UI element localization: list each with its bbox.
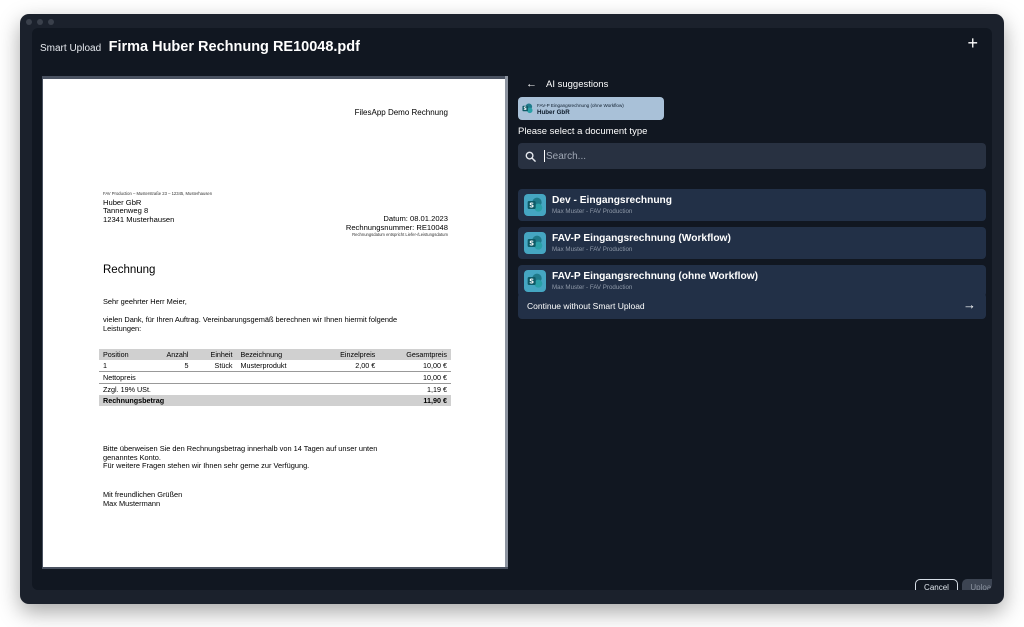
recipient-line: 12341 Musterhausen	[103, 214, 175, 224]
svg-text:S: S	[529, 201, 534, 209]
invoice-date-note: Rechnungsdatum entspricht Liefer-/Leistu…	[352, 232, 448, 237]
sharepoint-document-icon: S	[524, 232, 546, 254]
invoice-number: Rechnungsnummer: RE10048	[345, 223, 448, 232]
net-row: Nettopreis 10,00 €	[99, 371, 451, 384]
doc-intro: vielen Dank, für Ihren Auftrag. Vereinba…	[103, 315, 398, 333]
column-header: Position	[99, 349, 149, 360]
doc-type-item[interactable]: S Dev - Eingangsrechnung Max Muster - FA…	[518, 189, 986, 221]
table-header-row: Position Anzahl Einheit Bezeichnung Einz…	[99, 349, 451, 360]
tax-label: Zzgl. 19% USt.	[99, 383, 380, 395]
arrow-right-icon: →	[963, 297, 976, 312]
text-cursor	[544, 150, 545, 162]
svg-text:S: S	[529, 277, 534, 285]
chip-title: Huber GbR	[537, 108, 570, 116]
select-doc-type-label: Please select a document type	[518, 126, 648, 137]
sharepoint-document-icon: S	[524, 270, 546, 292]
net-value: 10,00 €	[379, 371, 451, 384]
invoice-table: Position Anzahl Einheit Bezeichnung Einz…	[99, 349, 451, 406]
doc-type-subtitle: Max Muster - FAV Production	[552, 245, 633, 253]
pdf-page: FilesApp Demo Rechnung FAV Production – …	[43, 79, 505, 567]
chip-subtitle: FAV-P Eingangsrechnung (ohne Workflow)	[537, 102, 624, 108]
column-header: Einzelpreis	[315, 349, 380, 360]
smart-upload-dialog: Smart Upload Firma Huber Rechnung RE1004…	[32, 28, 992, 590]
window-controls	[26, 19, 54, 25]
sender-line: FAV Production – Musterstraße 23 – 12345…	[103, 191, 213, 196]
table-cell: 1	[103, 361, 107, 370]
continue-label: Continue without Smart Upload	[527, 301, 645, 311]
recipient-address: Huber GbR Tannenweg 8 12341 Musterhausen	[103, 198, 175, 224]
intro-line: vielen Dank, für Ihren Auftrag. Vereinba…	[103, 315, 398, 324]
total-row: Rechnungsbetrag 11,90 €	[99, 395, 451, 406]
dialog-title: Smart Upload Firma Huber Rechnung RE1004…	[40, 38, 360, 56]
doc-greeting: Sehr geehrter Herr Meier,	[103, 297, 187, 306]
sharepoint-document-icon: S	[522, 103, 533, 114]
intro-line: Leistungen:	[103, 323, 142, 333]
total-value: 11,90 €	[379, 395, 451, 406]
app-window: Smart Upload Firma Huber Rechnung RE1004…	[20, 14, 1004, 604]
search-box[interactable]	[518, 143, 986, 169]
doc-type-text: Dev - Eingangsrechnung Max Muster - FAV …	[552, 195, 672, 216]
maximize-window-button[interactable]	[48, 19, 54, 25]
doc-type-title: FAV-P Eingangsrechnung (Workflow)	[552, 232, 731, 244]
svg-text:S: S	[529, 239, 534, 247]
doc-type-subtitle: Max Muster - FAV Production	[552, 283, 633, 291]
dialog-title-prefix: Smart Upload	[40, 43, 102, 54]
table-cell: 10,00 €	[423, 361, 447, 370]
table-cell: 2,00 €	[355, 361, 376, 370]
column-header: Anzahl	[148, 349, 193, 360]
ai-suggestions-header: ← AI suggestions	[526, 78, 608, 90]
doc-type-subtitle: Max Muster - FAV Production	[552, 207, 633, 215]
doc-heading: Rechnung	[103, 264, 156, 276]
column-header: Bezeichnung	[236, 349, 316, 360]
document-preview[interactable]: FilesApp Demo Rechnung FAV Production – …	[42, 76, 508, 569]
upload-button[interactable]: Upload	[962, 579, 992, 590]
doc-type-text: FAV-P Eingangsrechnung (ohne Workflow) M…	[552, 271, 758, 292]
total-label: Rechnungsbetrag	[99, 395, 380, 406]
minimize-window-button[interactable]	[37, 19, 43, 25]
ai-suggestions-title: AI suggestions	[546, 78, 609, 90]
table-cell: 5	[184, 361, 189, 370]
cancel-button[interactable]: Cancel	[915, 579, 958, 590]
doc-type-text: FAV-P Eingangsrechnung (Workflow) Max Mu…	[552, 233, 731, 254]
table-cell: Stück	[214, 361, 233, 370]
doc-header: FilesApp Demo Rechnung	[354, 108, 448, 117]
plus-icon[interactable]: +	[967, 33, 978, 53]
search-icon	[525, 151, 536, 162]
column-header: Gesamtpreis	[379, 349, 451, 360]
column-header: Einheit	[192, 349, 237, 360]
arrow-left-icon[interactable]: ←	[526, 78, 537, 90]
dialog-header: Smart Upload Firma Huber Rechnung RE1004…	[32, 28, 992, 62]
doc-outro: Bitte überweisen Sie den Rechnungsbetrag…	[103, 444, 377, 471]
doc-type-title: FAV-P Eingangsrechnung (ohne Workflow)	[552, 270, 759, 282]
continue-without-smart-upload-button[interactable]: Continue without Smart Upload →	[518, 293, 986, 319]
doc-type-item[interactable]: S FAV-P Eingangsrechnung (Workflow) Max …	[518, 227, 986, 259]
chip-text: FAV-P Eingangsrechnung (ohne Workflow) H…	[537, 102, 624, 116]
net-label: Nettopreis	[99, 371, 380, 384]
doc-type-title: Dev - Eingangsrechnung	[552, 194, 673, 206]
ai-suggestion-chip[interactable]: S FAV-P Eingangsrechnung (ohne Workflow)…	[518, 97, 664, 120]
invoice-date: Datum: 08.01.2023	[383, 214, 448, 223]
sharepoint-document-icon: S	[524, 194, 546, 216]
invoice-meta: Datum: 08.01.2023 Rechnungsnummer: RE100…	[346, 214, 448, 238]
search-input[interactable]	[546, 150, 966, 162]
table-row: 1 5 Stück Musterprodukt 2,00 € 10,00 €	[99, 360, 451, 372]
svg-text:S: S	[524, 106, 527, 112]
file-name: Firma Huber Rechnung RE10048.pdf	[108, 39, 360, 55]
preview-scrollbar[interactable]	[505, 76, 508, 567]
closing-line: Max Mustermann	[103, 498, 161, 508]
tax-value: 1,19 €	[379, 383, 451, 395]
table-cell: Musterprodukt	[240, 361, 287, 370]
outro-line: Für weitere Fragen stehen wir Ihnen sehr…	[103, 461, 310, 471]
tax-row: Zzgl. 19% USt. 1,19 €	[99, 383, 451, 395]
close-window-button[interactable]	[26, 19, 32, 25]
doc-closing: Mit freundlichen Grüßen Max Mustermann	[103, 490, 182, 508]
